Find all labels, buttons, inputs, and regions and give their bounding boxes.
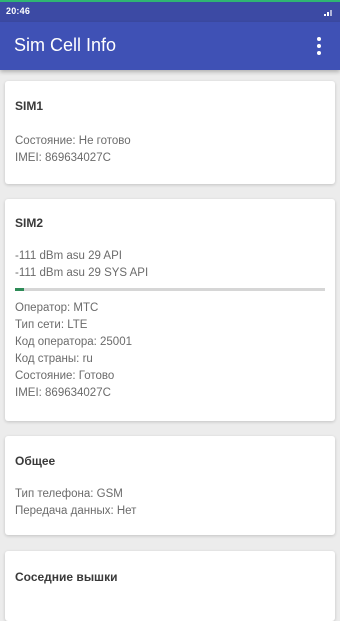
sim2-operator-code: Код оператора: 25001 [15, 336, 132, 348]
sim2-network-type: Тип сети: LTE [15, 319, 88, 331]
sim2-signal-api: -111 dBm asu 29 API [15, 250, 122, 262]
signal-strength-fill [15, 288, 25, 291]
status-time: 20:46 [6, 6, 31, 16]
sim2-signal-sys-api: -111 dBm asu 29 SYS API [15, 267, 149, 279]
more-vert-icon [317, 37, 321, 41]
sim2-card: SIM2 -111 dBm asu 29 API -111 dBm asu 29… [5, 199, 335, 421]
sim2-operator: Оператор: МТС [15, 302, 99, 314]
neighbor-towers-title: Соседние вышки [15, 570, 118, 584]
general-data-transfer: Передача данных: Нет [15, 505, 137, 517]
sim1-imei: IMEI: 869634027C [15, 152, 111, 164]
status-bar: 20:46 [0, 0, 340, 22]
app-bar: Sim Cell Info [0, 22, 340, 70]
signal-strength-bar [15, 288, 325, 291]
sim1-state: Состояние: Не готово [15, 135, 131, 147]
app-title: Sim Cell Info [14, 35, 117, 55]
general-card: Общее Тип телефона: GSM Передача данных:… [5, 436, 335, 535]
sim2-country-code: Код страны: ru [15, 353, 93, 365]
general-phone-type: Тип телефона: GSM [15, 488, 123, 500]
sim2-title: SIM2 [15, 216, 44, 230]
signal-strength-icon [324, 10, 332, 16]
neighbor-towers-card: Соседние вышки [5, 551, 335, 621]
general-title: Общее [15, 454, 56, 468]
sim2-imei: IMEI: 869634027C [15, 387, 111, 399]
sim2-state: Состояние: Готово [15, 370, 115, 382]
sim1-card: SIM1 Состояние: Не готово IMEI: 86963402… [5, 81, 335, 184]
sim1-title: SIM1 [15, 99, 44, 113]
overflow-menu-button[interactable] [306, 32, 332, 60]
